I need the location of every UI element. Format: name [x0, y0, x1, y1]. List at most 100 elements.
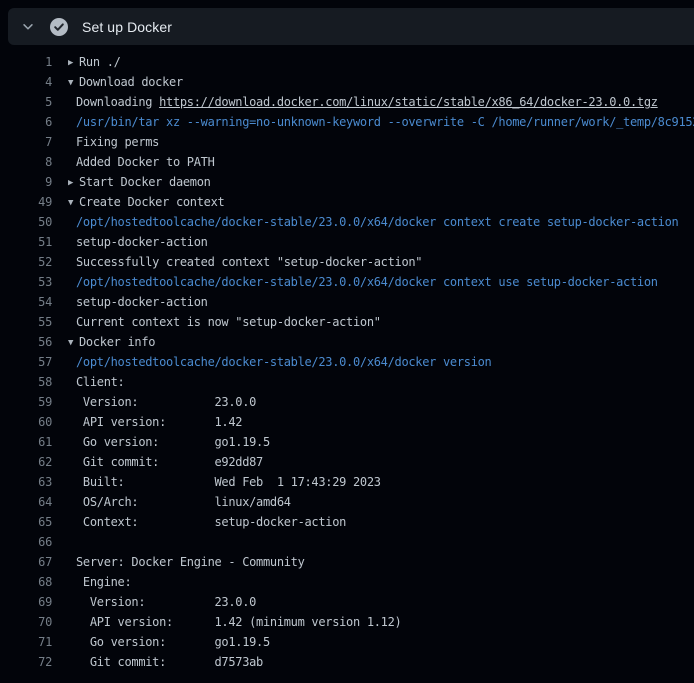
log-line: 8 Added Docker to PATH [0, 152, 694, 172]
line-number[interactable]: 4 [0, 72, 52, 92]
log-line-content: Version: 23.0.0 [68, 392, 256, 412]
log-line: 69 Version: 23.0.0 [0, 592, 694, 612]
line-number[interactable]: 52 [0, 252, 52, 272]
status-check-icon [50, 18, 68, 36]
group-title[interactable]: Docker info [79, 335, 155, 349]
line-number[interactable]: 56 [0, 332, 52, 352]
group-expanded-icon[interactable]: ▼ [68, 333, 79, 352]
log-text: Go version: go1.19.5 [68, 435, 270, 449]
line-number[interactable]: 58 [0, 372, 52, 392]
log-group-row[interactable]: 1 ▶Run ./ [0, 52, 694, 72]
log-line: 70 API version: 1.42 (minimum version 1.… [0, 612, 694, 632]
line-number[interactable]: 57 [0, 352, 52, 372]
log-line-content: Client: [68, 372, 124, 392]
log-text: Added Docker to PATH [68, 155, 215, 169]
log-line-content: Go version: go1.19.5 [68, 432, 270, 452]
log-text: Git commit: e92dd87 [68, 455, 263, 469]
line-number[interactable]: 65 [0, 512, 52, 532]
group-title[interactable]: Run ./ [79, 55, 121, 69]
log-line: 50 /opt/hostedtoolcache/docker-stable/23… [0, 212, 694, 232]
log-line-content: ▼Download docker [68, 72, 183, 92]
line-number[interactable]: 53 [0, 272, 52, 292]
line-number[interactable]: 8 [0, 152, 52, 172]
log-line-content: ▼Docker info [68, 332, 155, 352]
log-line-content: Git commit: e92dd87 [68, 452, 263, 472]
log-line-content: Added Docker to PATH [68, 152, 215, 172]
log-line-content: Current context is now "setup-docker-act… [68, 312, 381, 332]
line-number[interactable]: 62 [0, 452, 52, 472]
log-line: 51 setup-docker-action [0, 232, 694, 252]
log-line: 60 API version: 1.42 [0, 412, 694, 432]
log-line: 6 /usr/bin/tar xz --warning=no-unknown-k… [0, 112, 694, 132]
log-line: 57 /opt/hostedtoolcache/docker-stable/23… [0, 352, 694, 372]
line-number[interactable]: 1 [0, 52, 52, 72]
line-number[interactable]: 5 [0, 92, 52, 112]
log-text: Current context is now "setup-docker-act… [68, 315, 381, 329]
line-number[interactable]: 49 [0, 192, 52, 212]
step-header[interactable]: Set up Docker [8, 8, 694, 45]
line-number[interactable]: 6 [0, 112, 52, 132]
log-line: 58 Client: [0, 372, 694, 392]
line-number[interactable]: 66 [0, 532, 52, 552]
log-text: Version: 23.0.0 [68, 595, 256, 609]
log-text: OS/Arch: linux/amd64 [68, 495, 291, 509]
log-group-row[interactable]: 49 ▼Create Docker context [0, 192, 694, 212]
line-number[interactable]: 63 [0, 472, 52, 492]
log-line-content: setup-docker-action [68, 232, 208, 252]
log-text: Server: Docker Engine - Community [68, 555, 305, 569]
line-number[interactable]: 50 [0, 212, 52, 232]
line-number[interactable]: 70 [0, 612, 52, 632]
log-line-content: ▶Run ./ [68, 52, 121, 72]
log-group-row[interactable]: 4 ▼Download docker [0, 72, 694, 92]
download-url-link[interactable]: https://download.docker.com/linux/static… [159, 95, 658, 109]
log-text: setup-docker-action [68, 235, 208, 249]
line-number[interactable]: 69 [0, 592, 52, 612]
line-number[interactable]: 72 [0, 652, 52, 672]
line-number[interactable]: 59 [0, 392, 52, 412]
log-line: 7 Fixing perms [0, 132, 694, 152]
log-text: Successfully created context "setup-dock… [68, 255, 422, 269]
log-line-content: Built: Wed Feb 1 17:43:29 2023 [68, 472, 381, 492]
log-line-content: ▼Create Docker context [68, 192, 224, 212]
log-command-text: /opt/hostedtoolcache/docker-stable/23.0.… [68, 215, 678, 229]
group-collapsed-icon[interactable]: ▶ [68, 53, 79, 72]
log-line-content: /opt/hostedtoolcache/docker-stable/23.0.… [68, 272, 658, 292]
log-group-row[interactable]: 9 ▶Start Docker daemon [0, 172, 694, 192]
line-number[interactable]: 71 [0, 632, 52, 652]
line-number[interactable]: 55 [0, 312, 52, 332]
line-number[interactable]: 54 [0, 292, 52, 312]
group-title[interactable]: Start Docker daemon [79, 175, 211, 189]
line-number[interactable]: 67 [0, 552, 52, 572]
log-text: Git commit: d7573ab [68, 655, 263, 669]
log-line-content: Version: 23.0.0 [68, 592, 256, 612]
log-command-text: /opt/hostedtoolcache/docker-stable/23.0.… [68, 275, 658, 289]
log-line-content: /opt/hostedtoolcache/docker-stable/23.0.… [68, 352, 491, 372]
line-number[interactable]: 7 [0, 132, 52, 152]
log-command-text: /usr/bin/tar xz --warning=no-unknown-key… [68, 115, 694, 129]
group-expanded-icon[interactable]: ▼ [68, 73, 79, 92]
log-line-content [68, 532, 76, 552]
log-group-row[interactable]: 56 ▼Docker info [0, 332, 694, 352]
line-number[interactable]: 64 [0, 492, 52, 512]
log-text [68, 535, 76, 549]
line-number[interactable]: 60 [0, 412, 52, 432]
line-number[interactable]: 51 [0, 232, 52, 252]
log-text: Version: 23.0.0 [68, 395, 256, 409]
group-expanded-icon[interactable]: ▼ [68, 193, 79, 212]
log-line-content: Engine: [68, 572, 131, 592]
log-line: 5 Downloading https://download.docker.co… [0, 92, 694, 112]
line-number[interactable]: 68 [0, 572, 52, 592]
log-text: Go version: go1.19.5 [68, 635, 270, 649]
log-line-content: Context: setup-docker-action [68, 512, 346, 532]
line-number[interactable]: 9 [0, 172, 52, 192]
log-text: Engine: [68, 575, 131, 589]
log-text: Context: setup-docker-action [68, 515, 346, 529]
chevron-down-icon[interactable] [20, 19, 36, 35]
group-title[interactable]: Download docker [79, 75, 183, 89]
group-collapsed-icon[interactable]: ▶ [68, 173, 79, 192]
group-title[interactable]: Create Docker context [79, 195, 224, 209]
log-text: Downloading [76, 95, 159, 109]
log-line: 71 Go version: go1.19.5 [0, 632, 694, 652]
log-line-content: setup-docker-action [68, 292, 208, 312]
line-number[interactable]: 61 [0, 432, 52, 452]
